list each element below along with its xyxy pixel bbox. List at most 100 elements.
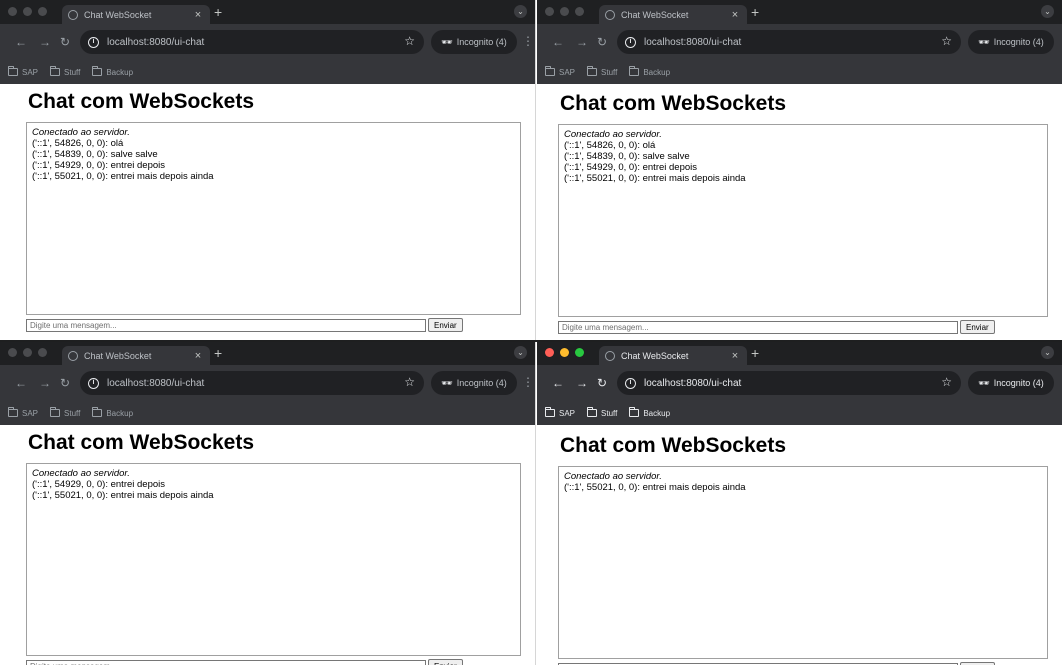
bookmark-item[interactable]: Backup [629,407,670,418]
browser-window: Chat WebSocket × + ⌄ ← → ↻ i localhost:8… [0,0,536,341]
minimize-window-button[interactable] [23,348,32,357]
bookmark-label: SAP [22,67,39,77]
minimize-window-button[interactable] [560,348,569,357]
browser-window: Chat WebSocket × + ⌄ ← → ↻ i localhost:8… [0,341,536,665]
close-window-button[interactable] [8,7,17,16]
close-window-button[interactable] [8,348,17,357]
bookmark-item[interactable]: Backup [92,407,133,418]
bookmark-item[interactable]: SAP [545,66,575,77]
chevron-down-icon[interactable]: ⌄ [1041,346,1054,359]
browser-window: Chat WebSocket × + ⌄ ← → ↻ i localhost:8… [537,341,1062,665]
star-icon[interactable]: ☆ [941,375,952,389]
arrow-left-icon[interactable]: ← [14,35,28,49]
page-title: Chat com WebSockets [560,434,787,457]
browser-toolbar: ← → ↻ i localhost:8080/ui-chat ☆ 🕶 Incog… [0,365,535,401]
incognito-indicator[interactable]: 🕶 Incognito (4) [968,30,1054,54]
star-icon[interactable]: ☆ [941,34,952,48]
incognito-icon: 🕶 [441,36,453,47]
globe-icon [68,9,78,20]
address-bar[interactable]: i localhost:8080/ui-chat ☆ [80,30,424,54]
maximize-window-button[interactable] [38,348,47,357]
info-icon[interactable]: i [88,377,99,389]
bookmark-item[interactable]: SAP [8,407,38,418]
bookmarks-bar: SAP Stuff Backup [537,60,1062,84]
close-tab-icon[interactable]: × [192,9,204,21]
info-icon[interactable]: i [625,377,636,389]
arrow-right-icon[interactable]: → [575,376,589,390]
close-tab-icon[interactable]: × [729,9,741,21]
bookmarks-bar: SAP Stuff Backup [0,401,535,425]
kebab-menu-icon[interactable]: ⋮ [522,375,534,389]
send-button[interactable]: Enviar [960,320,995,334]
maximize-window-button[interactable] [575,348,584,357]
reload-icon[interactable]: ↻ [58,376,72,390]
bookmark-item[interactable]: Stuff [50,66,80,77]
close-window-button[interactable] [545,348,554,357]
close-tab-icon[interactable]: × [729,350,741,362]
star-icon[interactable]: ☆ [404,34,415,48]
bookmark-item[interactable]: Stuff [50,407,80,418]
incognito-label: Incognito (4) [456,37,507,47]
address-bar[interactable]: i localhost:8080/ui-chat ☆ [80,371,424,395]
arrow-left-icon[interactable]: ← [14,376,28,390]
browser-tab[interactable]: Chat WebSocket × [599,5,747,24]
browser-toolbar: ← → ↻ i localhost:8080/ui-chat ☆ 🕶 Incog… [537,365,1062,401]
reload-icon[interactable]: ↻ [595,35,609,49]
browser-toolbar: ← → ↻ i localhost:8080/ui-chat ☆ 🕶 Incog… [0,24,535,60]
arrow-right-icon[interactable]: → [575,35,589,49]
chevron-down-icon[interactable]: ⌄ [1041,5,1054,18]
message-input[interactable] [26,318,426,332]
new-tab-button[interactable]: + [751,4,759,20]
minimize-window-button[interactable] [23,7,32,16]
arrow-right-icon[interactable]: → [38,376,52,390]
bookmark-item[interactable]: Backup [92,66,133,77]
browser-tab[interactable]: Chat WebSocket × [62,346,210,365]
chevron-down-icon[interactable]: ⌄ [514,5,527,18]
address-bar[interactable]: i localhost:8080/ui-chat ☆ [617,30,961,54]
window-controls [8,7,47,16]
incognito-indicator[interactable]: 🕶 Incognito (4) [431,371,517,395]
folder-icon [587,407,598,417]
message-input[interactable] [558,320,958,334]
bookmark-item[interactable]: Stuff [587,66,617,77]
reload-icon[interactable]: ↻ [595,376,609,390]
incognito-icon: 🕶 [978,377,990,388]
bookmark-item[interactable]: SAP [545,407,576,418]
minimize-window-button[interactable] [560,7,569,16]
maximize-window-button[interactable] [575,7,584,16]
arrow-left-icon[interactable]: ← [551,35,565,49]
close-window-button[interactable] [545,7,554,16]
connection-status: Conectado ao servidor. [32,127,130,138]
address-bar[interactable]: i localhost:8080/ui-chat ☆ [617,371,961,395]
send-button[interactable]: Enviar [428,659,463,665]
kebab-menu-icon[interactable]: ⋮ [522,34,534,48]
message-input[interactable] [26,659,426,665]
info-icon[interactable]: i [88,36,99,48]
incognito-indicator[interactable]: 🕶 Incognito (4) [968,371,1054,395]
browser-tab[interactable]: Chat WebSocket × [62,5,210,24]
new-tab-button[interactable]: + [751,345,759,361]
bookmark-label: SAP [559,408,576,418]
reload-icon[interactable]: ↻ [58,35,72,49]
browser-chrome: Chat WebSocket × + ⌄ ← → ↻ i localhost:8… [0,0,535,84]
incognito-indicator[interactable]: 🕶 Incognito (4) [431,30,517,54]
close-tab-icon[interactable]: × [192,350,204,362]
bookmark-item[interactable]: Stuff [587,407,617,418]
chat-message: ('::1', 54929, 0, 0): entrei depois [32,479,166,490]
arrow-left-icon[interactable]: ← [551,376,565,390]
folder-icon [587,66,598,76]
send-button[interactable]: Enviar [428,318,463,332]
tab-strip: Chat WebSocket × + ⌄ [537,341,1062,365]
maximize-window-button[interactable] [38,7,47,16]
arrow-right-icon[interactable]: → [38,35,52,49]
star-icon[interactable]: ☆ [404,375,415,389]
bookmark-item[interactable]: Backup [629,66,670,77]
browser-tab[interactable]: Chat WebSocket × [599,346,747,365]
new-tab-button[interactable]: + [214,4,222,20]
bookmark-item[interactable]: SAP [8,66,39,77]
new-tab-button[interactable]: + [214,345,222,361]
folder-icon [8,407,18,417]
info-icon[interactable]: i [625,36,636,48]
chat-message: ('::1', 54929, 0, 0): entrei depois [32,160,166,171]
chevron-down-icon[interactable]: ⌄ [514,346,527,359]
